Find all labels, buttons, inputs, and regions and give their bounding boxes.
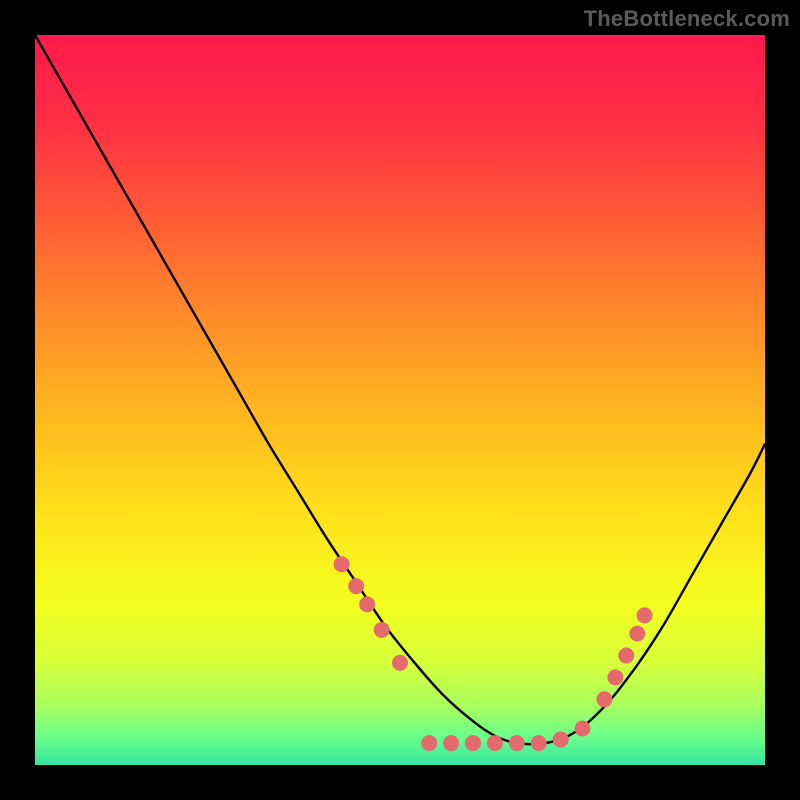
curve-marker [465,735,481,751]
curve-marker [509,735,525,751]
curve-marker [392,655,408,671]
curve-marker [618,648,634,664]
outer-frame: TheBottleneck.com [0,0,800,800]
curve-marker [421,735,437,751]
curve-marker [531,735,547,751]
curve-marker [629,626,645,642]
curve-marker [348,578,364,594]
curve-marker [596,691,612,707]
curve-marker [334,556,350,572]
curve-marker [553,731,569,747]
curve-marker [637,607,653,623]
curve-marker [575,721,591,737]
curve-marker [359,596,375,612]
curve-marker [443,735,459,751]
curve-marker [607,669,623,685]
plot-area [35,35,765,765]
chart-svg [35,35,765,765]
curve-marker [487,735,503,751]
attribution-text: TheBottleneck.com [584,6,790,32]
curve-marker [374,622,390,638]
